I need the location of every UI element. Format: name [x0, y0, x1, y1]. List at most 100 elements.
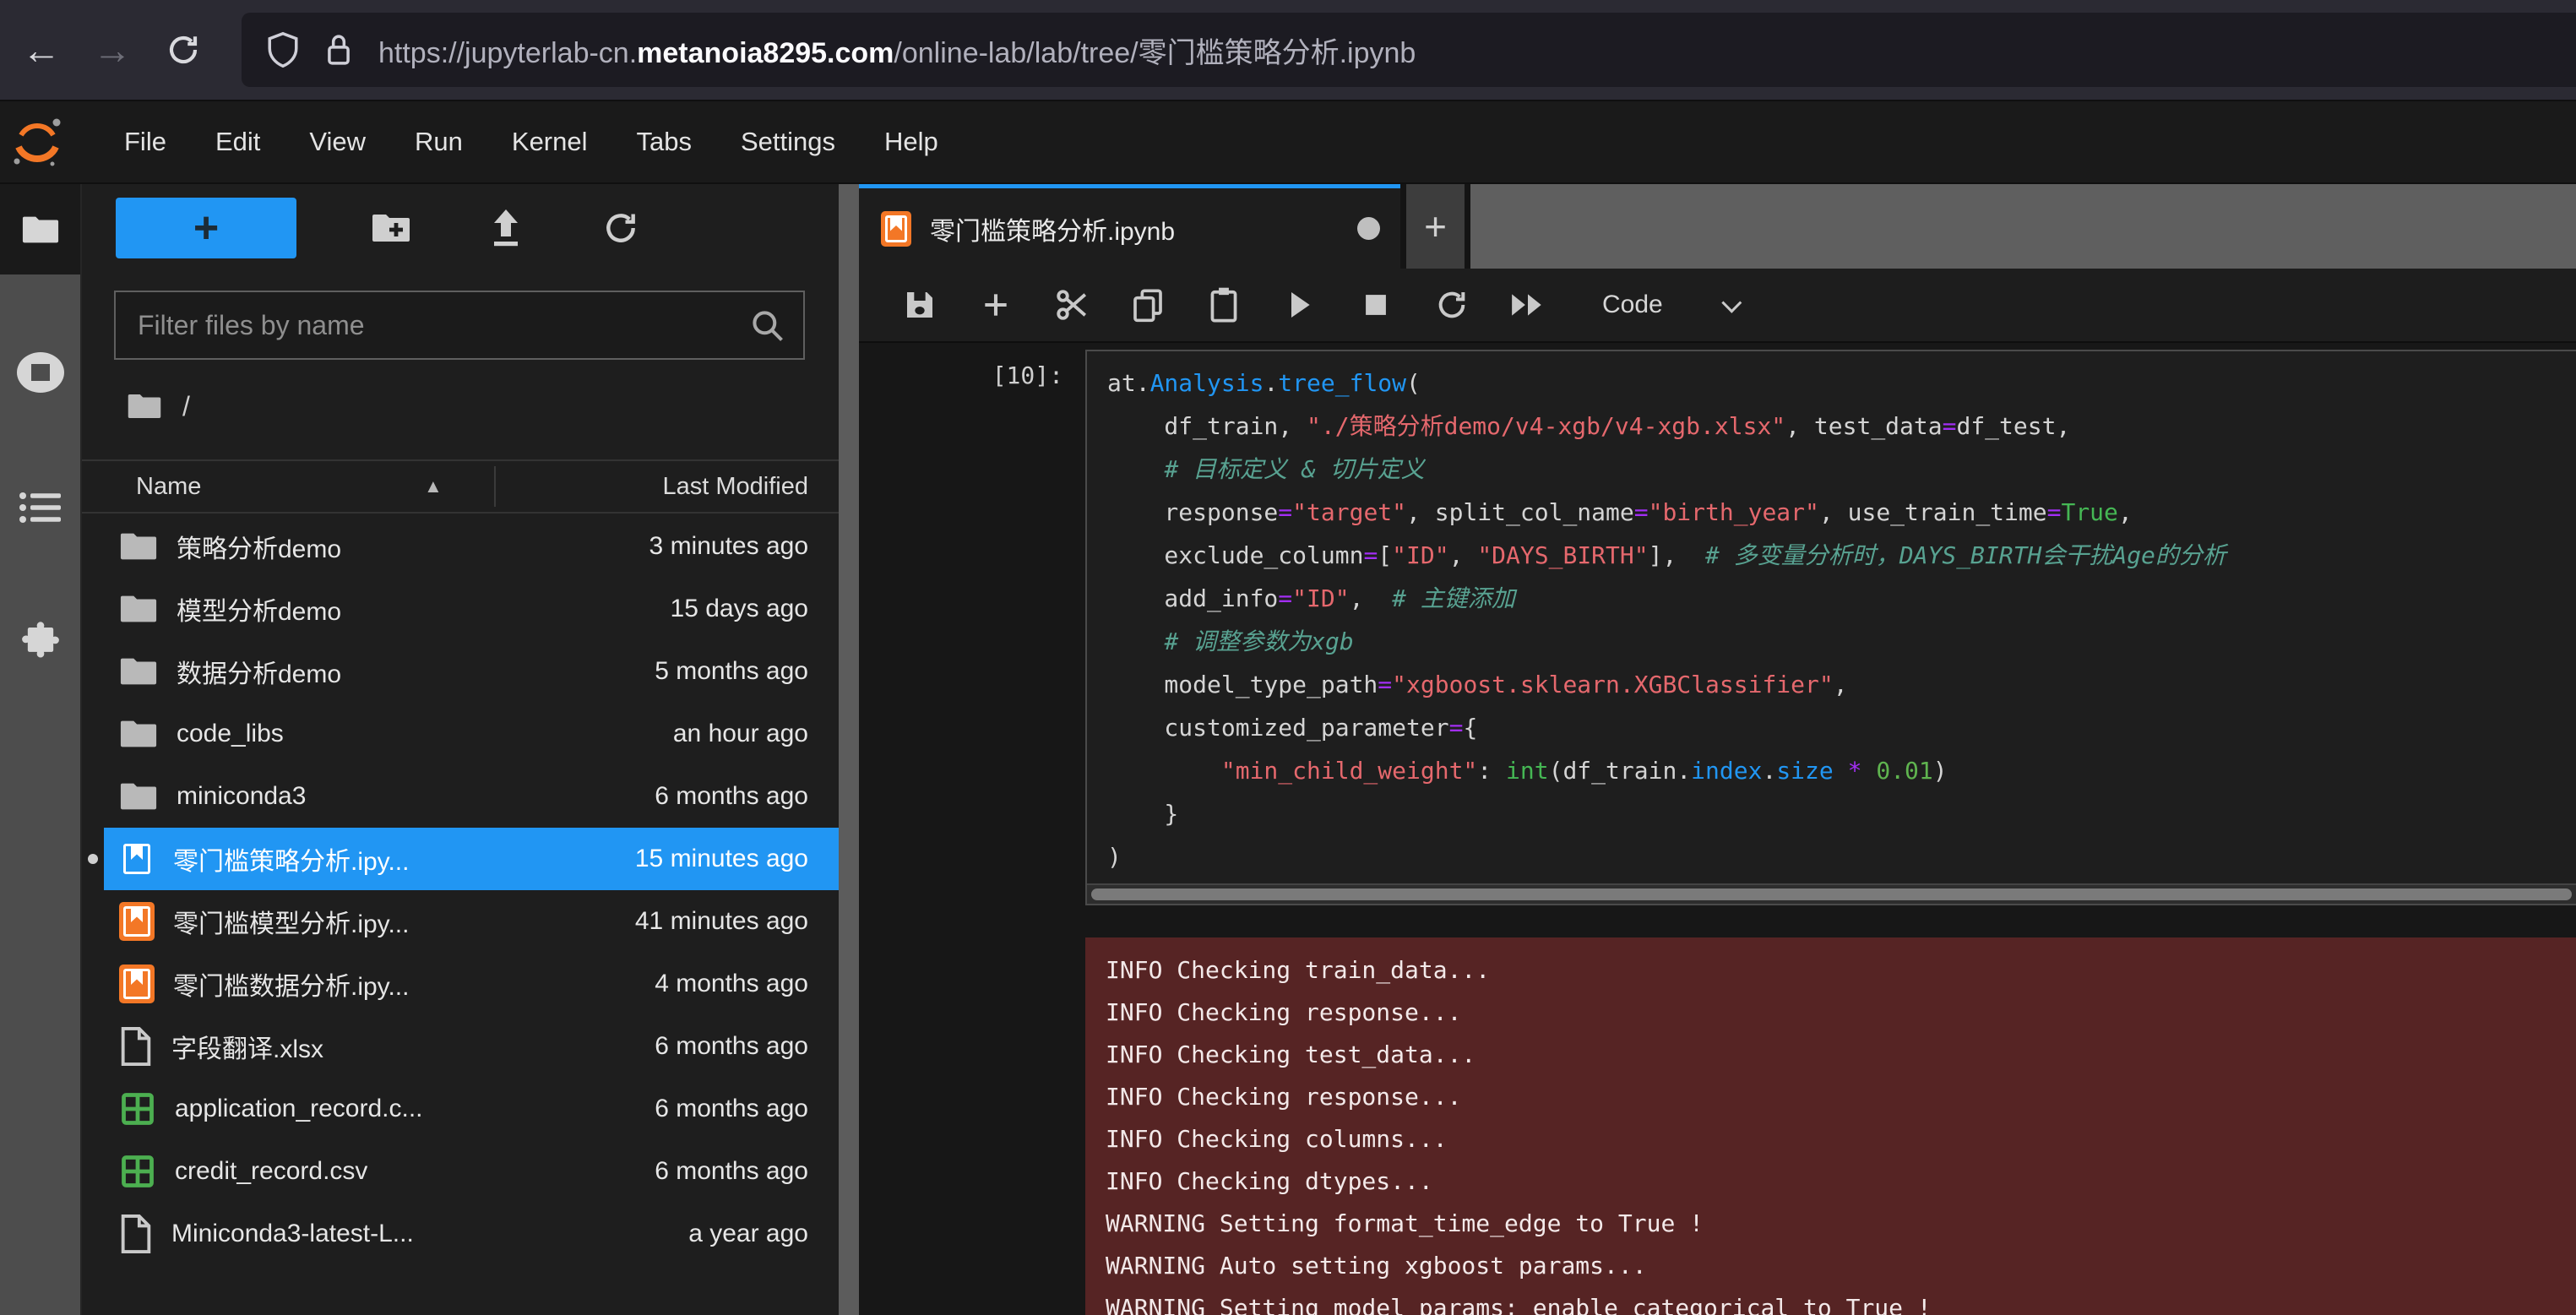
interrupt-kernel-button[interactable] — [1357, 286, 1394, 323]
menu-item-tabs[interactable]: Tabs — [612, 101, 716, 183]
cell-input-prompt: [10]: — [859, 350, 1085, 905]
sidebar-item-running-kernels[interactable] — [0, 305, 80, 440]
file-last-modified: an hour ago — [673, 720, 839, 748]
copy-icon — [1131, 287, 1165, 323]
folder-icon — [119, 655, 158, 688]
file-row[interactable]: 零门槛模型分析.ipy...41 minutes ago — [104, 890, 839, 953]
file-row[interactable]: 零门槛策略分析.ipy...15 minutes ago — [104, 828, 839, 890]
copy-cells-button[interactable] — [1129, 286, 1166, 323]
file-row[interactable]: miniconda36 months ago — [104, 765, 839, 828]
file-last-modified: 3 minutes ago — [649, 532, 839, 561]
tab-title: 零门槛策略分析.ipynb — [930, 210, 1357, 247]
upload-button[interactable] — [486, 208, 526, 248]
output-line: INFO Checking columns... — [1106, 1118, 2576, 1160]
file-name: 零门槛模型分析.ipy... — [173, 903, 409, 940]
menu-item-view[interactable]: View — [285, 101, 390, 183]
restart-run-all-button[interactable] — [1509, 286, 1546, 323]
save-button[interactable] — [901, 286, 938, 323]
column-separator — [494, 466, 496, 507]
left-activity-bar — [0, 184, 82, 1315]
file-row[interactable]: application_record.c...6 months ago — [104, 1078, 839, 1140]
file-row[interactable]: 字段翻译.xlsx6 months ago — [104, 1015, 839, 1078]
file-name: Miniconda3-latest-L... — [171, 1220, 414, 1248]
file-row[interactable]: 数据分析demo 5 months ago — [104, 640, 839, 703]
file-last-modified: a year ago — [688, 1220, 839, 1248]
sidebar-item-table-of-contents[interactable] — [0, 440, 80, 575]
menu-item-kernel[interactable]: Kernel — [487, 101, 612, 183]
sidebar-item-file-browser[interactable] — [0, 184, 80, 274]
add-cell-button[interactable] — [977, 286, 1014, 323]
menu-item-run[interactable]: Run — [390, 101, 487, 183]
menu-item-file[interactable]: File — [100, 101, 191, 183]
output-line: WARNING Auto setting xgboost params... — [1106, 1245, 2576, 1287]
paste-cells-button[interactable] — [1205, 286, 1242, 323]
puzzle-icon — [19, 621, 62, 665]
cell-output-row: INFO Checking train_data...INFO Checking… — [859, 937, 2576, 1315]
tracking-shield-icon[interactable] — [265, 30, 301, 69]
menu-item-settings[interactable]: Settings — [716, 101, 860, 183]
folder-icon — [119, 717, 158, 751]
run-icon — [1285, 288, 1315, 322]
file-row[interactable]: 零门槛数据分析.ipy...4 months ago — [104, 953, 839, 1015]
breadcrumb: / — [82, 385, 839, 427]
refresh-file-list-button[interactable] — [601, 208, 641, 248]
tab-notebook[interactable]: 零门槛策略分析.ipynb ● — [859, 184, 1400, 269]
file-last-modified: 15 minutes ago — [635, 845, 839, 873]
file-last-modified: 6 months ago — [655, 1032, 839, 1061]
file-panel-scrollbar[interactable] — [839, 184, 859, 1315]
code-line: at.Analysis.tree_flow( — [1107, 361, 2576, 405]
notebook-tab-icon — [881, 211, 911, 247]
output-line: WARNING Setting model params: enable_cat… — [1106, 1287, 2576, 1315]
back-button[interactable]: ← — [12, 20, 71, 79]
root-folder-icon[interactable] — [127, 391, 162, 421]
filter-files-input[interactable] — [114, 291, 805, 360]
file-name: 数据分析demo — [177, 653, 341, 690]
last-modified-column-header[interactable]: Last Modified — [663, 473, 809, 501]
notebook-toolbar: Code — [859, 269, 2576, 343]
file-row[interactable]: credit_record.csv6 months ago — [104, 1140, 839, 1203]
list-icon — [19, 488, 62, 527]
code-cell: [10]: at.Analysis.tree_flow( df_train, "… — [859, 350, 2576, 905]
output-prompt-spacer — [859, 937, 1085, 1315]
new-tab-button[interactable]: + — [1406, 184, 1465, 269]
code-line: } — [1107, 792, 2576, 835]
scrollbar-thumb[interactable] — [1091, 888, 2572, 900]
new-folder-button[interactable] — [371, 208, 411, 248]
cut-cells-button[interactable] — [1053, 286, 1090, 323]
file-row[interactable]: 策略分析demo3 minutes ago — [104, 515, 839, 578]
reload-button[interactable] — [154, 20, 213, 79]
code-line: "min_child_weight": int(df_train.index.s… — [1107, 749, 2576, 792]
notebook-icon — [119, 965, 155, 1003]
file-name: credit_record.csv — [175, 1157, 367, 1186]
folder-icon — [119, 530, 158, 563]
file-row[interactable]: 模型分析demo 15 days ago — [104, 578, 839, 640]
new-folder-icon — [371, 209, 411, 247]
forward-button[interactable]: → — [83, 20, 142, 79]
menu-item-edit[interactable]: Edit — [191, 101, 285, 183]
restart-kernel-button[interactable] — [1433, 286, 1470, 323]
address-bar[interactable]: https://jupyterlab-cn.metanoia8295.com/o… — [242, 13, 2576, 87]
file-name: code_libs — [177, 720, 284, 748]
file-name: 模型分析demo — [177, 590, 341, 628]
output-line: WARNING Setting format_time_edge to True… — [1106, 1203, 2576, 1245]
new-launcher-button[interactable]: + — [116, 198, 296, 258]
folder-icon — [21, 213, 60, 247]
code-line: response="target", split_col_name="birth… — [1107, 491, 2576, 534]
editor-horizontal-scrollbar[interactable] — [1087, 883, 2576, 904]
code-editor[interactable]: at.Analysis.tree_flow( df_train, "./策略分析… — [1085, 350, 2576, 905]
file-last-modified: 5 months ago — [655, 657, 839, 686]
breadcrumb-root[interactable]: / — [182, 391, 190, 422]
code-line: exclude_column=["ID", "DAYS_BIRTH"], # 多… — [1107, 534, 2576, 577]
cell-type-dropdown[interactable]: Code — [1602, 291, 1736, 319]
file-row[interactable]: code_libs an hour ago — [104, 703, 839, 765]
url-text[interactable]: https://jupyterlab-cn.metanoia8295.com/o… — [378, 30, 1416, 71]
run-cell-button[interactable] — [1281, 286, 1318, 323]
sidebar-item-extensions[interactable] — [0, 575, 80, 710]
lock-icon[interactable] — [323, 30, 355, 69]
code-line: # 调整参数为xgb — [1107, 620, 2576, 663]
jupyterlab-menu-bar: FileEditViewRunKernelTabsSettingsHelp — [0, 101, 2576, 184]
name-column-header[interactable]: Name — [82, 473, 201, 501]
file-last-modified: 15 days ago — [671, 595, 839, 623]
menu-item-help[interactable]: Help — [860, 101, 963, 183]
file-row[interactable]: Miniconda3-latest-L... a year ago — [104, 1203, 839, 1265]
